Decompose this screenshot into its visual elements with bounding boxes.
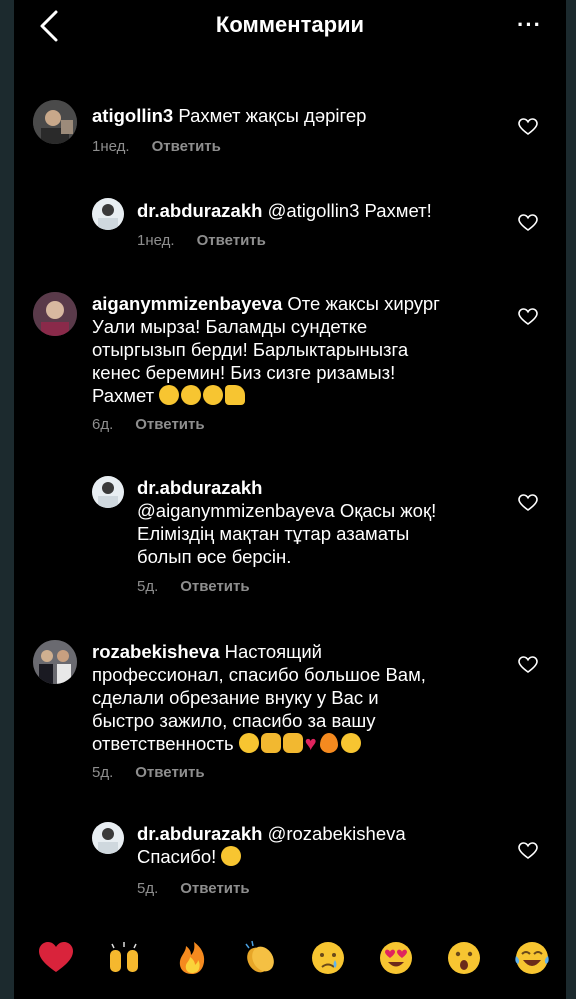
- comment-text: aiganymmizenbayeva Оте жаксы хирург Уали…: [92, 292, 492, 407]
- comment-username[interactable]: dr.abdurazakh: [137, 823, 262, 844]
- comment-meta: 6д. Ответить: [92, 416, 205, 433]
- page-title: Комментарии: [215, 12, 365, 37]
- comment-body: Еліміздің мақтан тұтар азаматы: [137, 523, 410, 544]
- comment-time: 1нед.: [92, 138, 130, 155]
- comment-username[interactable]: atigollin3: [92, 105, 173, 126]
- comment-meta: 1нед. Ответить: [92, 138, 221, 155]
- reply-button[interactable]: Ответить: [135, 764, 204, 781]
- quick-reactions-bar: [14, 918, 566, 999]
- clapping-hands-icon[interactable]: [240, 938, 280, 978]
- thumbs-up-icon: [225, 385, 246, 405]
- comment-body: кенес беремин! Биз сизге ризамыз!: [92, 362, 396, 383]
- heart-eyes-icon[interactable]: [376, 938, 416, 978]
- comment-time: 1нед.: [137, 232, 175, 249]
- like-heart-icon[interactable]: [518, 656, 538, 674]
- comment-username[interactable]: dr.abdurazakh: [137, 476, 517, 499]
- comment-body: отыргызып берди! Барлыктарынызга: [92, 339, 409, 360]
- top-bar: Комментарии ···: [14, 0, 566, 52]
- comment-text: dr.abdurazakh @rozabekisheva Спасибо!: [137, 822, 517, 868]
- avatar[interactable]: [92, 198, 124, 230]
- comment-item: rozabekisheva Настоящий профессионал, сп…: [0, 636, 576, 786]
- reply-item: dr.abdurazakh @aiganymmizenbayeva Оқасы …: [0, 474, 576, 599]
- crying-face-icon[interactable]: [308, 938, 348, 978]
- comment-username[interactable]: aiganymmizenbayeva: [92, 293, 282, 314]
- red-heart-icon[interactable]: [36, 938, 76, 978]
- like-heart-icon[interactable]: [518, 842, 538, 860]
- comment-body: Оте жаксы хирург: [282, 293, 440, 314]
- comment-body: Рахмет жақсы дәрігер: [173, 105, 367, 126]
- red-heart-icon: ♥: [304, 733, 317, 755]
- heart-eyes-icon: [340, 733, 361, 753]
- reply-item: dr.abdurazakh @atigollin3 Рахмет! 1нед. О…: [0, 196, 576, 256]
- avatar[interactable]: [33, 640, 77, 684]
- like-heart-icon[interactable]: [518, 494, 538, 512]
- like-heart-icon[interactable]: [518, 118, 538, 136]
- astonished-face-icon[interactable]: [444, 938, 484, 978]
- avatar[interactable]: [33, 292, 77, 336]
- comment-body: быстро зажило, спасибо за вашу: [92, 710, 376, 731]
- tears-of-joy-icon[interactable]: [512, 938, 552, 978]
- comment-body: профессионал, спасибо большое Вам,: [92, 664, 426, 685]
- comment-text: dr.abdurazakh @atigollin3 Рахмет!: [137, 199, 432, 222]
- fire-icon: [319, 733, 338, 753]
- avatar[interactable]: [92, 822, 124, 854]
- comment-body: ответственность: [92, 733, 239, 754]
- comment-text: rozabekisheva Настоящий профессионал, сп…: [92, 640, 492, 756]
- comment-time: 5д.: [137, 880, 159, 897]
- like-heart-icon[interactable]: [518, 214, 538, 232]
- like-heart-icon[interactable]: [518, 308, 538, 326]
- comment-body: @rozabekisheva: [262, 823, 406, 844]
- smiling-face-icon: [181, 385, 202, 405]
- fire-icon[interactable]: [172, 938, 212, 978]
- comment-meta: 5д. Ответить: [92, 764, 205, 781]
- clapping-hands-icon: [260, 733, 281, 753]
- comment-item: atigollin3 Рахмет жақсы дәрігер 1нед. Отв…: [0, 96, 576, 166]
- smiling-face-icon: [221, 846, 242, 866]
- clapping-hands-icon: [282, 733, 303, 753]
- more-options-button[interactable]: ···: [517, 12, 542, 38]
- comment-body: Рахмет: [92, 385, 160, 406]
- reply-button[interactable]: Ответить: [135, 416, 204, 433]
- reply-button[interactable]: Ответить: [180, 880, 249, 897]
- comment-time: 6д.: [92, 416, 114, 433]
- comment-username[interactable]: dr.abdurazakh: [137, 200, 262, 221]
- comment-body: Уали мырза! Баламды сундетке: [92, 316, 368, 337]
- comment-body: @aiganymmizenbayeva Оқасы жоқ!: [137, 500, 437, 521]
- reply-button[interactable]: Ответить: [197, 232, 266, 249]
- comment-meta: 1нед. Ответить: [137, 232, 266, 249]
- reply-item: dr.abdurazakh @rozabekisheva Спасибо! 5д…: [0, 820, 576, 905]
- raising-hands-icon[interactable]: [104, 938, 144, 978]
- heart-eyes-icon: [238, 733, 259, 753]
- comment-text: atigollin3 Рахмет жақсы дәрігер: [92, 104, 366, 127]
- avatar[interactable]: [33, 100, 77, 144]
- avatar[interactable]: [92, 476, 124, 508]
- comment-item: aiganymmizenbayeva Оте жаксы хирург Уали…: [0, 288, 576, 438]
- comment-body: @atigollin3 Рахмет!: [262, 200, 432, 221]
- reply-button[interactable]: Ответить: [152, 138, 221, 155]
- comment-meta: 5д. Ответить: [137, 578, 250, 595]
- comment-time: 5д.: [137, 578, 159, 595]
- comment-body: болып өсе берсін.: [137, 546, 292, 567]
- comment-meta: 5д. Ответить: [137, 880, 250, 897]
- comment-body: Настоящий: [219, 641, 323, 662]
- smiling-face-icon: [203, 385, 224, 405]
- comment-body: Спасибо!: [137, 846, 222, 867]
- comment-username[interactable]: rozabekisheva: [92, 641, 220, 662]
- smiling-face-icon: [159, 385, 180, 405]
- reply-button[interactable]: Ответить: [180, 578, 249, 595]
- comment-time: 5д.: [92, 764, 114, 781]
- comment-text: dr.abdurazakh @aiganymmizenbayeva Оқасы …: [137, 476, 517, 568]
- comment-body: сделали обрезание внуку у Вас и: [92, 687, 379, 708]
